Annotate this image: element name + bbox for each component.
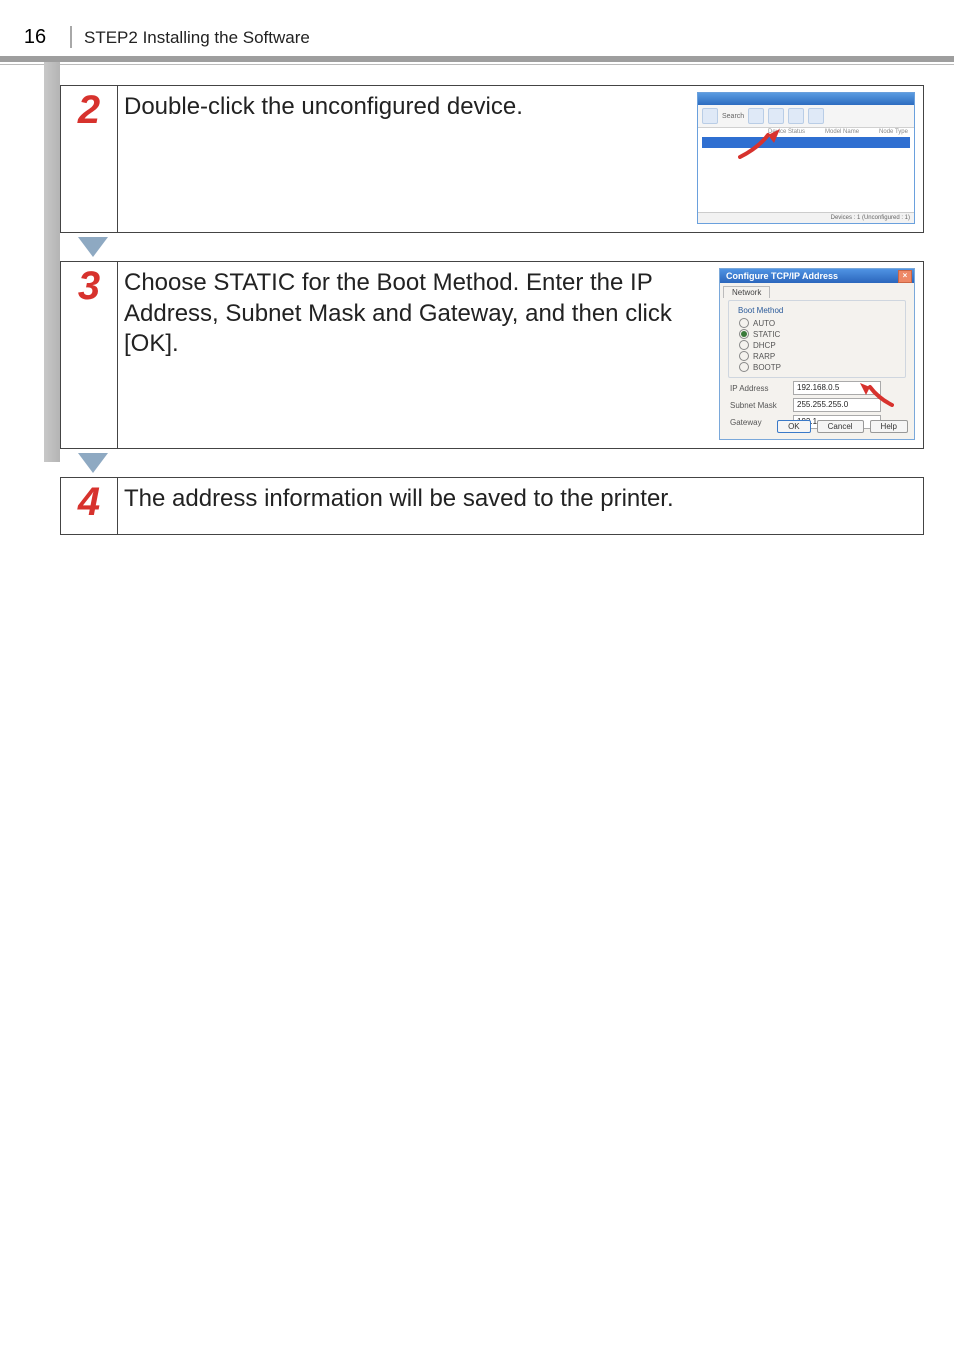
col-model-name: Model Name (825, 129, 859, 135)
separator-3-4 (60, 449, 924, 477)
bradmin-toolbar: Search (698, 105, 914, 128)
step-3: 3 Choose STATIC for the Boot Method. Ent… (60, 261, 924, 449)
step-4-text: The address information will be saved to… (124, 484, 915, 515)
step-2-screenshot: Search Device Status Model Name Node Typ… (697, 92, 915, 224)
down-arrow-icon (78, 453, 108, 473)
step-2: 2 Double-click the unconfigured device. … (60, 85, 924, 233)
device-row-selected (702, 137, 910, 148)
radio-bootp-label: BOOTP (753, 363, 781, 372)
page-number: 16 (0, 24, 70, 49)
radio-dhcp-label: DHCP (753, 341, 776, 350)
steps-container: 2 Double-click the unconfigured device. … (60, 85, 924, 535)
tool-icon-3 (808, 108, 824, 124)
search-icon (702, 108, 718, 124)
radio-icon (739, 318, 749, 328)
step-4-number-cell: 4 (61, 478, 118, 534)
radio-static-label: STATIC (753, 330, 780, 339)
step-3-text: Choose STATIC for the Boot Method. Enter… (124, 268, 709, 360)
radio-icon (739, 340, 749, 350)
radio-static: STATIC (739, 329, 899, 339)
left-spine (44, 62, 60, 462)
cancel-button: Cancel (817, 420, 864, 433)
tool-icon-1 (768, 108, 784, 124)
boot-method-group: Boot Method AUTO STATIC DHCP RARP BOOTP (728, 300, 906, 378)
step-2-number: 2 (78, 90, 100, 130)
close-icon: × (898, 270, 912, 283)
down-arrow-icon (78, 237, 108, 257)
refresh-icon (748, 108, 764, 124)
step-3-number: 3 (78, 266, 100, 306)
help-button: Help (870, 420, 908, 433)
red-pointer-arrow-icon (860, 383, 894, 407)
tool-icon-2 (788, 108, 804, 124)
mask-label: Subnet Mask (730, 401, 785, 410)
header-rule (0, 56, 954, 62)
step-4-number: 4 (78, 482, 100, 522)
search-label: Search (722, 113, 744, 120)
ok-button: OK (777, 420, 811, 433)
radio-auto-label: AUTO (753, 319, 775, 328)
bradmin-titlebar (698, 93, 914, 105)
radio-icon-selected (739, 329, 749, 339)
radio-rarp-label: RARP (753, 352, 775, 361)
tcpip-dialog: Configure TCP/IP Address × Network Boot … (719, 268, 915, 440)
chapter-title: STEP2 Installing the Software (72, 26, 310, 48)
boot-method-label: Boot Method (735, 306, 786, 315)
tcpip-titlebar: Configure TCP/IP Address × (720, 269, 914, 283)
radio-bootp: BOOTP (739, 362, 899, 372)
step-2-text: Double-click the unconfigured device. (124, 92, 687, 123)
radio-auto: AUTO (739, 318, 899, 328)
header: 16 STEP2 Installing the Software (0, 24, 310, 49)
step-3-number-cell: 3 (61, 262, 118, 448)
radio-icon (739, 362, 749, 372)
red-pointer-arrow-icon (738, 129, 784, 164)
step-3-screenshot: Configure TCP/IP Address × Network Boot … (719, 268, 915, 440)
separator-2-3 (60, 233, 924, 261)
radio-rarp: RARP (739, 351, 899, 361)
bradmin-window: Search Device Status Model Name Node Typ… (697, 92, 915, 224)
radio-icon (739, 351, 749, 361)
radio-dhcp: DHCP (739, 340, 899, 350)
ip-label: IP Address (730, 384, 785, 393)
step-2-number-cell: 2 (61, 86, 118, 232)
col-node-type: Node Type (879, 129, 908, 135)
tcpip-title-text: Configure TCP/IP Address (726, 271, 838, 281)
step-4: 4 The address information will be saved … (60, 477, 924, 535)
bradmin-column-headers: Device Status Model Name Node Type (698, 128, 914, 135)
bradmin-statusbar: Devices : 1 (Unconfigured : 1) (698, 212, 914, 223)
dialog-buttons: OK Cancel Help (777, 420, 908, 433)
network-tab: Network (723, 286, 770, 298)
